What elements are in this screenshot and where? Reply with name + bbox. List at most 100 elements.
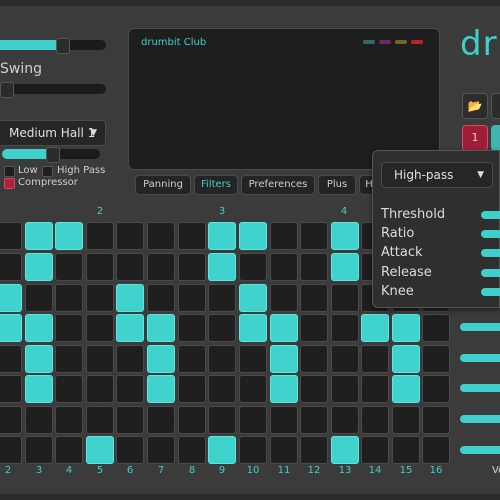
step-cell[interactable] [239, 314, 267, 342]
step-cell[interactable] [55, 436, 83, 464]
step-cell[interactable] [25, 222, 53, 250]
step-cell[interactable] [239, 406, 267, 434]
swing-slider[interactable] [0, 82, 106, 98]
step-cell[interactable] [86, 345, 114, 373]
step-cell[interactable] [300, 314, 328, 342]
step-cell[interactable] [86, 253, 114, 281]
filter-type-dropdown[interactable]: High-pass ▼ [381, 162, 493, 188]
step-cell[interactable] [270, 375, 298, 403]
ratio-slider[interactable] [481, 230, 500, 238]
toolbar-button-partial[interactable] [491, 93, 500, 119]
step-cell[interactable] [208, 345, 236, 373]
step-cell[interactable] [116, 375, 144, 403]
step-cell[interactable] [25, 375, 53, 403]
step-cell[interactable] [331, 314, 359, 342]
step-cell[interactable] [331, 253, 359, 281]
step-cell[interactable] [422, 345, 450, 373]
step-cell[interactable] [208, 375, 236, 403]
step-cell[interactable] [270, 284, 298, 312]
step-cell[interactable] [392, 314, 420, 342]
tab-preferences[interactable]: Preferences [241, 175, 315, 195]
step-cell[interactable] [208, 284, 236, 312]
low-checkbox[interactable] [4, 166, 15, 177]
step-cell[interactable] [55, 222, 83, 250]
step-cell[interactable] [239, 222, 267, 250]
step-cell[interactable] [392, 375, 420, 403]
pattern-1-button[interactable]: 1 [462, 125, 488, 151]
step-cell[interactable] [392, 345, 420, 373]
step-cell[interactable] [0, 436, 22, 464]
knee-slider[interactable] [481, 288, 500, 296]
step-cell[interactable] [116, 222, 144, 250]
track-volume-slider[interactable] [460, 415, 500, 423]
step-cell[interactable] [25, 284, 53, 312]
open-folder-button[interactable]: 📂 [462, 93, 488, 119]
step-cell[interactable] [147, 345, 175, 373]
step-cell[interactable] [422, 375, 450, 403]
step-cell[interactable] [300, 436, 328, 464]
step-cell[interactable] [178, 436, 206, 464]
step-cell[interactable] [422, 406, 450, 434]
step-cell[interactable] [392, 436, 420, 464]
step-cell[interactable] [270, 436, 298, 464]
step-cell[interactable] [0, 375, 22, 403]
track-volume-slider[interactable] [460, 384, 500, 392]
step-cell[interactable] [0, 314, 22, 342]
step-cell[interactable] [300, 222, 328, 250]
step-cell[interactable] [116, 345, 144, 373]
step-cell[interactable] [116, 436, 144, 464]
step-cell[interactable] [331, 406, 359, 434]
threshold-slider[interactable] [481, 211, 500, 219]
step-cell[interactable] [208, 406, 236, 434]
step-cell[interactable] [300, 284, 328, 312]
step-cell[interactable] [300, 253, 328, 281]
step-cell[interactable] [361, 314, 389, 342]
step-cell[interactable] [86, 406, 114, 434]
step-cell[interactable] [422, 314, 450, 342]
step-cell[interactable] [331, 222, 359, 250]
step-cell[interactable] [147, 253, 175, 281]
step-cell[interactable] [331, 436, 359, 464]
step-cell[interactable] [86, 284, 114, 312]
step-cell[interactable] [208, 436, 236, 464]
step-cell[interactable] [55, 406, 83, 434]
pattern-2-button[interactable] [491, 125, 500, 151]
master-volume-slider[interactable] [0, 38, 106, 54]
step-cell[interactable] [270, 314, 298, 342]
step-cell[interactable] [178, 253, 206, 281]
step-cell[interactable] [55, 375, 83, 403]
step-cell[interactable] [331, 375, 359, 403]
step-cell[interactable] [147, 222, 175, 250]
step-cell[interactable] [270, 253, 298, 281]
step-cell[interactable] [25, 314, 53, 342]
release-slider[interactable] [481, 269, 500, 277]
step-cell[interactable] [422, 436, 450, 464]
step-cell[interactable] [0, 345, 22, 373]
step-cell[interactable] [147, 314, 175, 342]
reverb-amount-slider[interactable] [2, 147, 100, 163]
step-cell[interactable] [25, 253, 53, 281]
step-cell[interactable] [86, 222, 114, 250]
step-cell[interactable] [300, 406, 328, 434]
step-cell[interactable] [147, 406, 175, 434]
step-cell[interactable] [331, 284, 359, 312]
step-cell[interactable] [178, 345, 206, 373]
step-cell[interactable] [0, 284, 22, 312]
step-cell[interactable] [0, 253, 22, 281]
compressor-checkbox[interactable] [4, 178, 15, 189]
step-cell[interactable] [239, 375, 267, 403]
track-volume-slider[interactable] [460, 446, 500, 454]
step-cell[interactable] [361, 436, 389, 464]
tab-plus[interactable]: Plus [318, 175, 356, 195]
step-cell[interactable] [55, 314, 83, 342]
step-cell[interactable] [270, 222, 298, 250]
tab-panning[interactable]: Panning [135, 175, 191, 195]
step-cell[interactable] [361, 406, 389, 434]
step-cell[interactable] [147, 375, 175, 403]
step-cell[interactable] [116, 253, 144, 281]
step-cell[interactable] [208, 253, 236, 281]
track-volume-slider[interactable] [460, 354, 500, 362]
step-cell[interactable] [270, 406, 298, 434]
step-cell[interactable] [25, 406, 53, 434]
attack-slider[interactable] [481, 249, 500, 257]
